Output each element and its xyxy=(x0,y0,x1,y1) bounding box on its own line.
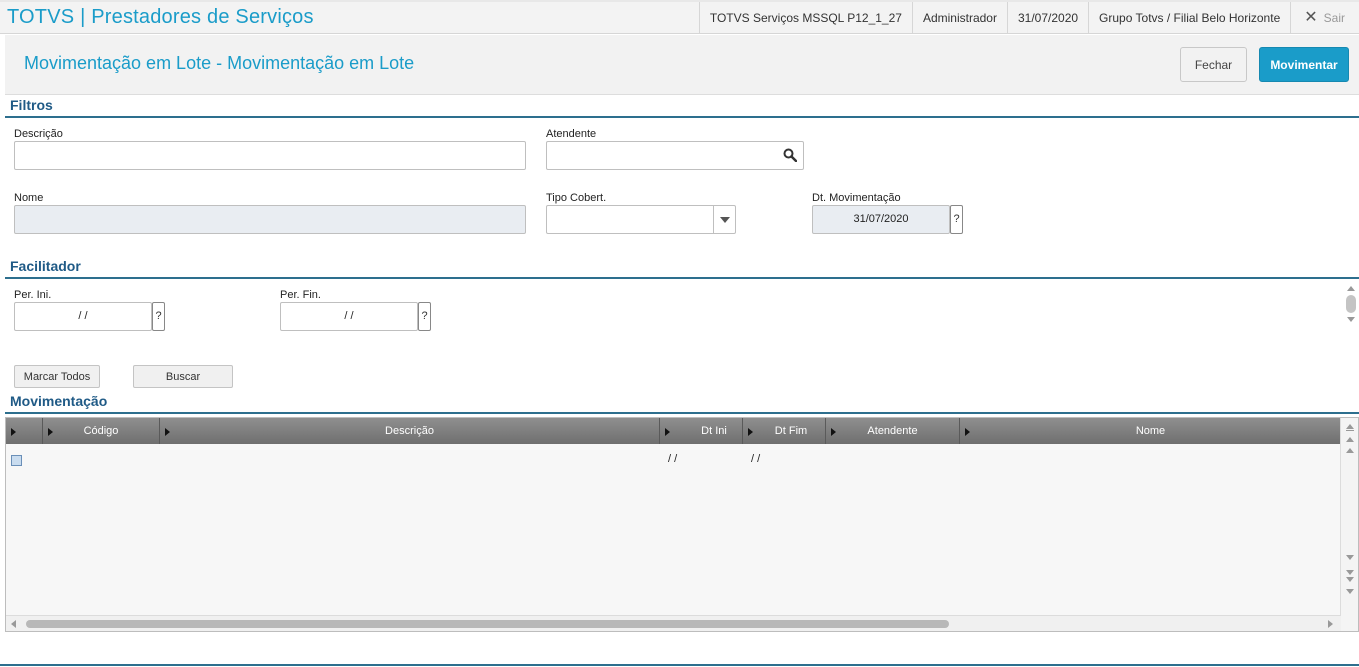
per-fin-value: / / xyxy=(344,310,354,322)
atendente-input[interactable] xyxy=(546,141,804,170)
section-title-facilitador: Facilitador xyxy=(5,258,1359,279)
section-title-filtros: Filtros xyxy=(5,97,1359,118)
sort-arrow-icon xyxy=(748,428,753,436)
mark-all-button[interactable]: Marcar Todos xyxy=(14,365,100,388)
cell-dt-ini: / / xyxy=(668,453,678,465)
scroll-right-icon[interactable] xyxy=(1328,620,1333,628)
column-header-select[interactable] xyxy=(6,418,43,444)
per-ini-label: Per. Ini. xyxy=(14,289,52,301)
search-icon[interactable] xyxy=(783,148,797,162)
row-checkbox[interactable] xyxy=(11,455,22,466)
scroll-down-icon[interactable] xyxy=(1345,555,1354,560)
movimentacao-grid: Código Descrição Dt Ini Dt Fim Atendente… xyxy=(5,417,1359,632)
column-label: Código xyxy=(83,425,119,437)
grid-vertical-scrollbar[interactable] xyxy=(1340,418,1358,631)
column-header-atendente[interactable]: Atendente xyxy=(826,418,960,444)
tipo-cobert-select[interactable] xyxy=(546,205,736,234)
atendente-label: Atendente xyxy=(546,128,597,140)
column-label: Atendente xyxy=(867,425,918,437)
grid-header: Código Descrição Dt Ini Dt Fim Atendente… xyxy=(6,418,1341,444)
tipo-cobert-label: Tipo Cobert. xyxy=(546,192,607,204)
column-label: Dt Ini xyxy=(701,425,727,437)
nome-label: Nome xyxy=(14,192,44,204)
facilitador-scrollbar[interactable] xyxy=(1344,284,1358,334)
per-ini-input[interactable]: / / xyxy=(14,302,152,331)
column-label: Descrição xyxy=(385,425,434,437)
section-title-movimentacao: Movimentação xyxy=(5,393,1359,414)
chevron-down-icon[interactable] xyxy=(713,206,735,233)
scroll-up-icon[interactable] xyxy=(1347,286,1355,291)
app-title: TOTVS | Prestadores de Serviços xyxy=(7,6,314,28)
per-ini-help-button[interactable]: ? xyxy=(152,302,165,331)
date-label: 31/07/2020 xyxy=(1006,2,1088,34)
scroll-bottom-icon[interactable] xyxy=(1345,589,1354,594)
environment-label: TOTVS Serviços MSSQL P12_1_27 xyxy=(698,2,912,34)
scroll-thumb[interactable] xyxy=(1346,295,1356,313)
dt-movimentacao-help-button[interactable]: ? xyxy=(950,205,963,234)
column-header-descricao[interactable]: Descrição xyxy=(160,418,660,444)
close-button[interactable]: Fechar xyxy=(1180,47,1247,82)
column-header-codigo[interactable]: Código xyxy=(43,418,160,444)
company-label: Grupo Totvs / Filial Belo Horizonte xyxy=(1088,2,1290,34)
column-label: Nome xyxy=(1135,425,1166,437)
top-bar: TOTVS | Prestadores de Serviços TOTVS Se… xyxy=(0,0,1359,34)
column-header-dt-ini[interactable]: Dt Ini xyxy=(660,418,743,444)
exit-label: Sair xyxy=(1323,11,1345,25)
page-title: Movimentação em Lote - Movimentação em L… xyxy=(24,53,415,73)
grid-horizontal-scrollbar[interactable] xyxy=(6,615,1341,631)
nome-input xyxy=(14,205,526,234)
dt-movimentacao-label: Dt. Movimentação xyxy=(812,192,901,204)
top-info-bar: TOTVS Serviços MSSQL P12_1_27 Administra… xyxy=(698,2,1359,34)
scroll-page-up-icon[interactable] xyxy=(1345,437,1354,442)
sort-arrow-icon xyxy=(665,428,670,436)
sort-arrow-icon xyxy=(48,428,53,436)
sort-arrow-icon xyxy=(165,428,170,436)
dt-movimentacao-value: 31/07/2020 xyxy=(853,213,909,225)
scroll-left-icon[interactable] xyxy=(11,620,16,628)
column-label: Dt Fim xyxy=(774,425,808,437)
exit-button[interactable]: ✕ Sair xyxy=(1290,2,1359,34)
user-label: Administrador xyxy=(911,2,1007,34)
sort-arrow-icon xyxy=(965,428,970,436)
column-header-nome[interactable]: Nome xyxy=(960,418,1341,444)
scroll-top-bar xyxy=(1345,430,1354,431)
per-fin-input[interactable]: / / xyxy=(280,302,418,331)
footer-divider xyxy=(0,664,1359,666)
dt-movimentacao-input: 31/07/2020 xyxy=(812,205,950,234)
scroll-page-down-icon[interactable] xyxy=(1345,570,1354,575)
per-fin-help-button[interactable]: ? xyxy=(418,302,431,331)
horizontal-scroll-thumb[interactable] xyxy=(26,620,949,628)
descricao-label: Descrição xyxy=(14,128,63,140)
descricao-input[interactable] xyxy=(14,141,526,170)
scroll-top-icon[interactable] xyxy=(1345,424,1354,429)
sort-arrow-icon xyxy=(11,428,16,436)
movimentar-button[interactable]: Movimentar xyxy=(1259,47,1349,82)
close-icon: ✕ xyxy=(1304,9,1318,26)
per-ini-value: / / xyxy=(78,310,88,322)
per-fin-label: Per. Fin. xyxy=(280,289,321,301)
search-button[interactable]: Buscar xyxy=(133,365,233,388)
scroll-down-icon[interactable] xyxy=(1347,317,1355,322)
column-header-dt-fim[interactable]: Dt Fim xyxy=(743,418,826,444)
sort-arrow-icon xyxy=(831,428,836,436)
page-header: Movimentação em Lote - Movimentação em L… xyxy=(5,35,1359,95)
cell-dt-fim: / / xyxy=(751,453,761,465)
scroll-page-down-icon-2[interactable] xyxy=(1345,577,1354,582)
